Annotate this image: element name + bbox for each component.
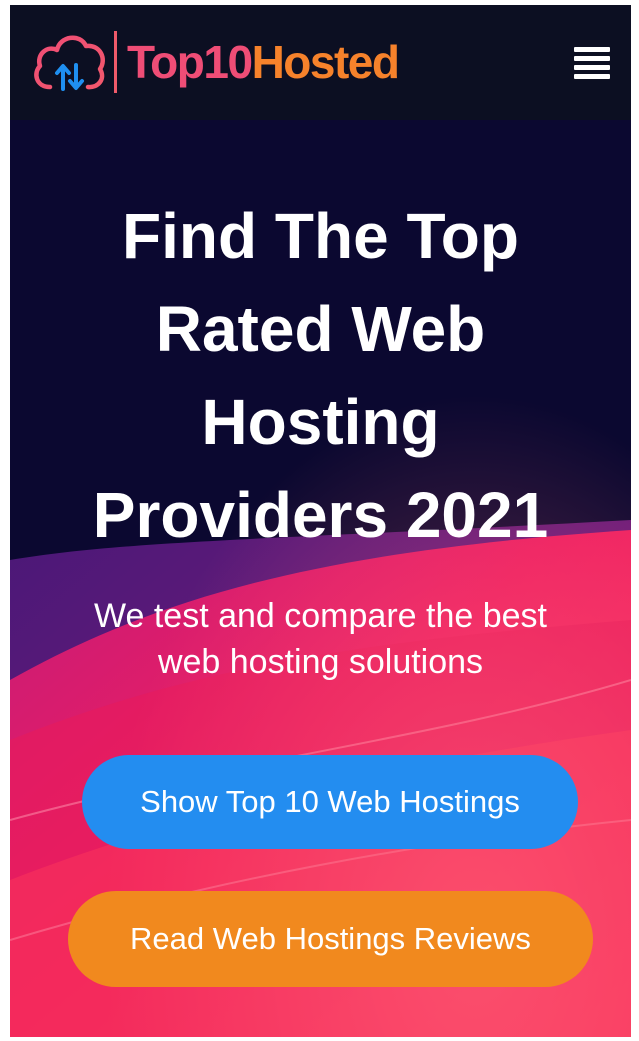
hero-section: Find The Top Rated Web Hosting Providers… — [10, 120, 631, 1037]
logo-wordmark-part1: Top10 — [127, 36, 253, 88]
site-logo[interactable]: Top10Hosted — [30, 27, 400, 97]
hero-title-line: Find The Top — [122, 200, 519, 272]
hero-title: Find The Top Rated Web Hosting Providers… — [30, 190, 611, 562]
hamburger-menu-button[interactable] — [570, 45, 612, 83]
cloud-transfer-icon — [34, 35, 105, 91]
hero-subtitle: We test and compare the best web hosting… — [30, 593, 611, 685]
hero-subtitle-line: We test and compare the best — [94, 597, 547, 635]
read-reviews-button-label: Read Web Hostings Reviews — [130, 921, 531, 956]
logo-wordmark: Top10Hosted — [127, 35, 400, 89]
hero-title-line: Hosting — [201, 386, 440, 458]
logo-wordmark-part2: Hosted — [251, 36, 400, 88]
read-reviews-button[interactable]: Read Web Hostings Reviews — [68, 891, 593, 987]
site-header: Top10Hosted — [10, 5, 631, 120]
hero-subtitle-line: web hosting solutions — [157, 643, 484, 681]
logo-divider — [114, 31, 117, 93]
page-frame: Top10Hosted Find The Top Rated Web Hosti… — [10, 5, 631, 1037]
hero-title-line: Providers 2021 — [92, 479, 549, 551]
show-top-10-button-label: Show Top 10 Web Hostings — [140, 784, 520, 819]
show-top-10-button[interactable]: Show Top 10 Web Hostings — [82, 755, 578, 849]
hero-title-line: Rated Web — [155, 293, 486, 365]
